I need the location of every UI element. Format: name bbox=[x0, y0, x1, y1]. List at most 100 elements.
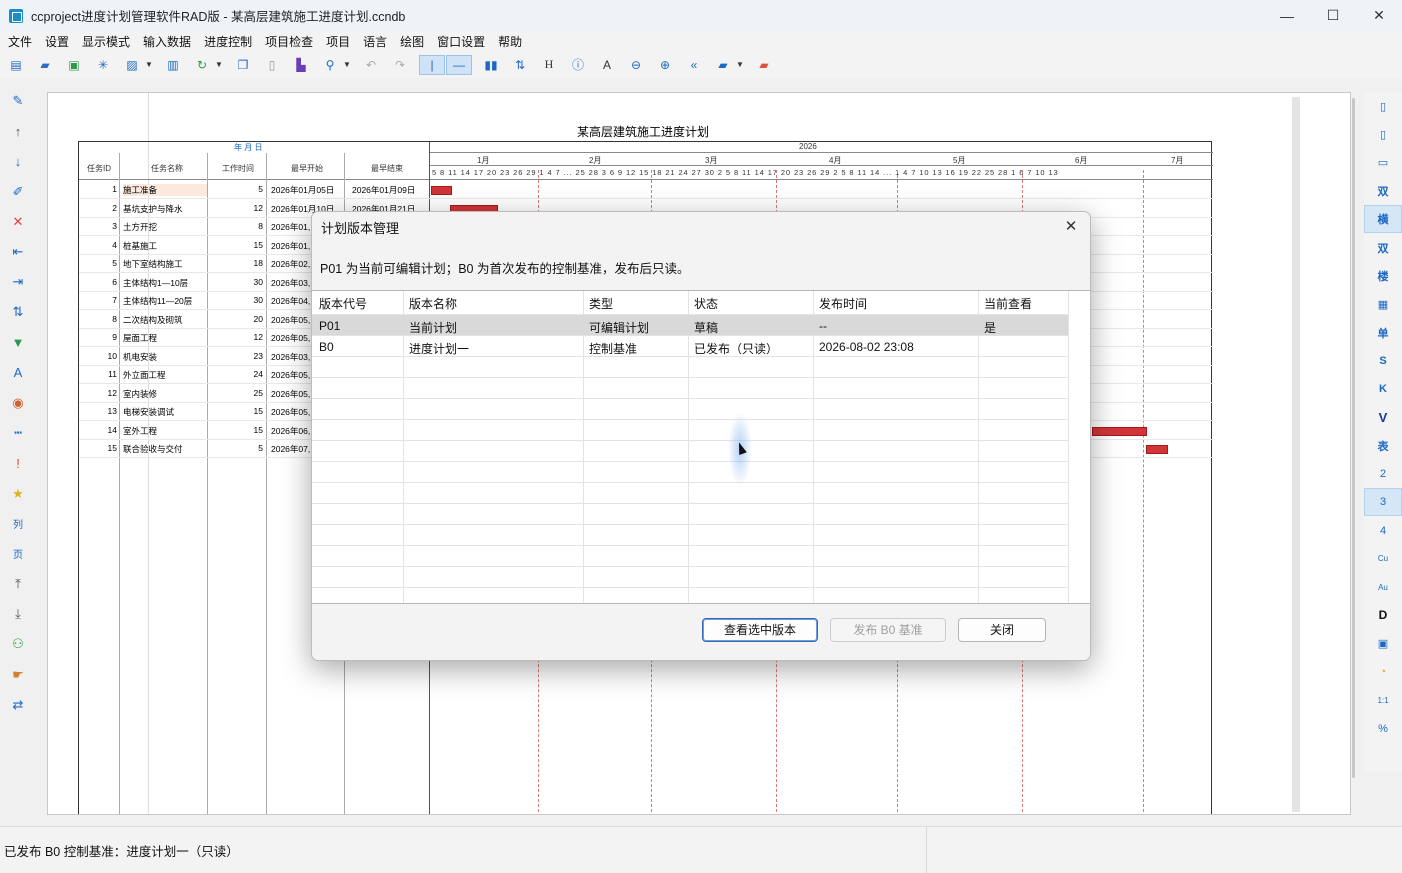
menu-display-mode[interactable]: 显示模式 bbox=[82, 33, 130, 50]
menu-project-check[interactable]: 项目检查 bbox=[265, 33, 313, 50]
move-bottom-icon[interactable]: ⤓ bbox=[0, 599, 36, 629]
exclamation-icon[interactable]: ! bbox=[0, 448, 36, 478]
panel-left-icon[interactable]: ▯ bbox=[1364, 92, 1402, 120]
cu-button[interactable]: Cu bbox=[1364, 545, 1402, 573]
menu-window-settings[interactable]: 窗口设置 bbox=[437, 33, 485, 50]
dialog-close-icon[interactable]: ✕ bbox=[1060, 216, 1082, 236]
level-2-button[interactable]: 2 bbox=[1364, 460, 1402, 488]
building-view-button[interactable]: 楼 bbox=[1364, 262, 1402, 290]
hand-icon[interactable]: ☛ bbox=[0, 660, 36, 690]
single-view-button[interactable]: 单 bbox=[1364, 318, 1402, 346]
view-selected-version-button[interactable]: 查看选中版本 bbox=[702, 618, 818, 642]
k-button[interactable]: K bbox=[1364, 375, 1402, 403]
dotted-line-icon[interactable]: ┅ bbox=[0, 418, 36, 448]
sort-icon[interactable]: ⇅ bbox=[510, 55, 530, 75]
comment-icon[interactable]: ◔ bbox=[1364, 658, 1402, 686]
collapse-icon[interactable]: « bbox=[684, 55, 704, 75]
snowflake-icon[interactable]: ✳ bbox=[93, 55, 113, 75]
dialog-close-button[interactable]: 关闭 bbox=[958, 618, 1046, 642]
arrow-down-icon[interactable]: ↓ bbox=[0, 146, 36, 176]
delete-icon[interactable]: ✕ bbox=[0, 207, 36, 237]
indent-icon[interactable]: ⇥ bbox=[0, 267, 36, 297]
pencil-icon[interactable]: ✎ bbox=[0, 86, 36, 116]
arrow-up-icon[interactable]: ↑ bbox=[0, 116, 36, 146]
table-row[interactable]: B0 进度计划一 控制基准 已发布（只读） 2026-08-02 23:08 bbox=[312, 336, 1068, 357]
redo-icon[interactable]: ↷ bbox=[390, 55, 410, 75]
zoom-in-icon[interactable]: ⊕ bbox=[655, 55, 675, 75]
text-color-icon[interactable]: A bbox=[597, 55, 617, 75]
calendar-icon[interactable]: ▣ bbox=[1364, 630, 1402, 658]
chevron-down-icon[interactable]: ▼ bbox=[214, 55, 224, 75]
table-view-icon[interactable]: ▦ bbox=[1364, 290, 1402, 318]
red-folder-icon[interactable]: ▰ bbox=[754, 55, 774, 75]
level-4-button[interactable]: 4 bbox=[1364, 516, 1402, 544]
chevron-down-icon[interactable]: ▼ bbox=[342, 55, 352, 75]
table-row[interactable]: P01 当前计划 可编辑计划 草稿 -- 是 bbox=[312, 315, 1068, 336]
menu-file[interactable]: 文件 bbox=[8, 33, 32, 50]
ratio-icon[interactable]: 1:1 bbox=[1364, 686, 1402, 714]
format-painter-icon[interactable]: ▙ bbox=[291, 55, 311, 75]
save-icon[interactable]: ▣ bbox=[64, 55, 84, 75]
publish-baseline-button[interactable]: 发布 B0 基准 bbox=[830, 618, 946, 642]
table-header: 版本代号 版本名称 类型 状态 发布时间 当前查看 bbox=[312, 291, 1068, 315]
new-file-icon[interactable]: ▤ bbox=[6, 55, 26, 75]
double-view-button[interactable]: 双 bbox=[1364, 177, 1402, 205]
minimize-button[interactable]: — bbox=[1264, 0, 1310, 31]
d-button[interactable]: D bbox=[1364, 601, 1402, 629]
gantt-bar[interactable] bbox=[1092, 426, 1147, 436]
column-icon[interactable]: 列 bbox=[0, 509, 36, 539]
print-icon[interactable]: ▥ bbox=[163, 55, 183, 75]
chevron-down-icon[interactable]: ▼ bbox=[144, 55, 154, 75]
gantt-bar[interactable] bbox=[431, 186, 452, 195]
info-icon[interactable]: ⓘ bbox=[568, 55, 588, 75]
export-image-icon[interactable]: ▨ bbox=[122, 55, 142, 75]
level-3-button[interactable]: 3 bbox=[1364, 488, 1402, 517]
s-button[interactable]: S bbox=[1364, 347, 1402, 375]
swap-vertical-icon[interactable]: ⇅ bbox=[0, 297, 36, 327]
users-icon[interactable]: ⚇ bbox=[0, 629, 36, 659]
menu-project[interactable]: 项目 bbox=[326, 33, 350, 50]
gantt-bar[interactable] bbox=[1146, 445, 1168, 454]
chevron-down-icon[interactable]: ▼ bbox=[735, 55, 745, 75]
menu-language[interactable]: 语言 bbox=[363, 33, 387, 50]
folder-icon[interactable]: ▰ bbox=[713, 55, 733, 75]
open-folder-icon[interactable]: ▰ bbox=[35, 55, 55, 75]
outdent-icon[interactable]: ⇤ bbox=[0, 237, 36, 267]
horizontal-view-button[interactable]: 横 bbox=[1364, 205, 1402, 234]
vertical-scrollbar[interactable] bbox=[1351, 92, 1357, 815]
filter-icon[interactable]: ▼ bbox=[0, 328, 36, 358]
vertical-line-icon[interactable]: | bbox=[419, 54, 445, 75]
table-button[interactable]: 表 bbox=[1364, 432, 1402, 460]
table-row[interactable]: 1 施工准备 5 2026年01月05日 2026年01月09日 bbox=[79, 181, 1213, 200]
menu-progress-control[interactable]: 进度控制 bbox=[204, 33, 252, 50]
close-window-button[interactable]: ✕ bbox=[1356, 0, 1402, 31]
search-icon[interactable]: ⚲ bbox=[320, 55, 340, 75]
menu-help[interactable]: 帮助 bbox=[498, 33, 522, 50]
exchange-icon[interactable]: ⇄ bbox=[0, 690, 36, 720]
panel-right-icon[interactable]: ▯ bbox=[1364, 120, 1402, 148]
page-icon[interactable]: 页 bbox=[0, 539, 36, 569]
double-view-alt-button[interactable]: 双 bbox=[1364, 233, 1402, 261]
panel-bottom-icon[interactable]: ▭ bbox=[1364, 149, 1402, 177]
columns-icon[interactable]: ▮▮ bbox=[481, 55, 501, 75]
menu-drawing[interactable]: 绘图 bbox=[400, 33, 424, 50]
zoom-out-icon[interactable]: ⊖ bbox=[626, 55, 646, 75]
font-size-icon[interactable]: A bbox=[0, 358, 36, 388]
heading-icon[interactable]: H bbox=[539, 55, 559, 75]
maximize-button[interactable]: ☐ bbox=[1310, 0, 1356, 31]
col-task-id: 任务ID bbox=[87, 164, 111, 173]
copy-icon[interactable]: ❐ bbox=[233, 55, 253, 75]
palette-icon[interactable]: ◉ bbox=[0, 388, 36, 418]
star-icon[interactable]: ★ bbox=[0, 478, 36, 508]
percent-icon[interactable]: % bbox=[1364, 715, 1402, 743]
paste-icon[interactable]: ▯ bbox=[262, 55, 282, 75]
move-top-icon[interactable]: ⤒ bbox=[0, 569, 36, 599]
horizontal-line-icon[interactable]: — bbox=[446, 54, 472, 75]
menu-settings[interactable]: 设置 bbox=[45, 33, 69, 50]
undo-icon[interactable]: ↶ bbox=[361, 55, 381, 75]
au-button[interactable]: Au bbox=[1364, 573, 1402, 601]
edit-task-icon[interactable]: ✐ bbox=[0, 177, 36, 207]
refresh-icon[interactable]: ↻ bbox=[192, 55, 212, 75]
v-button[interactable]: V bbox=[1364, 403, 1402, 431]
menu-input-data[interactable]: 输入数据 bbox=[143, 33, 191, 50]
